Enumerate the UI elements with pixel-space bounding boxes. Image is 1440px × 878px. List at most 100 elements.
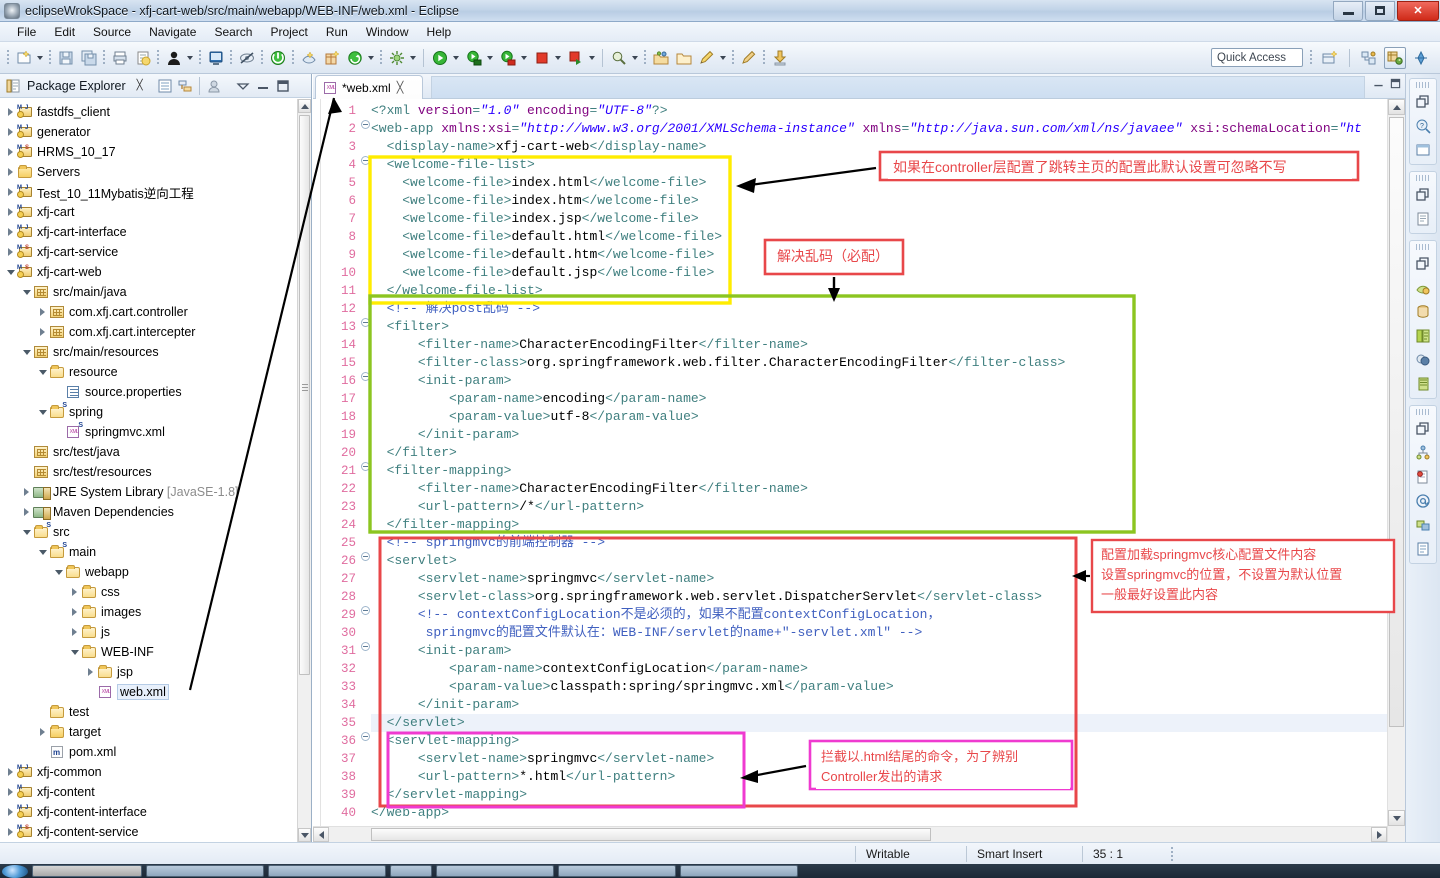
problems-view-icon[interactable] — [1410, 465, 1436, 489]
code-line[interactable]: <param-name>contextConfigLocation</param… — [371, 660, 1387, 678]
menu-item-navigate[interactable]: Navigate — [140, 23, 205, 41]
menu-item-file[interactable]: File — [8, 23, 45, 41]
run-server-icon[interactable] — [298, 47, 319, 68]
code-line[interactable]: <welcome-file>index.html</welcome-file> — [371, 174, 1387, 192]
code-line[interactable]: </servlet> — [371, 714, 1387, 732]
save-icon[interactable] — [55, 47, 76, 68]
editor-tab-close-icon[interactable]: ╳ — [397, 81, 404, 94]
twisty-collapsed-icon[interactable] — [4, 182, 17, 202]
taskbar-item-3[interactable] — [268, 865, 386, 877]
tree-item-pom-xml[interactable]: pom.xml — [0, 742, 297, 762]
twisty-expanded-icon[interactable] — [52, 562, 65, 582]
twisty-collapsed-icon[interactable] — [84, 662, 97, 682]
tree-item-hrms-10-17[interactable]: M S HRMS_10_17 — [0, 142, 297, 162]
fast-view-grip-3[interactable] — [1416, 244, 1430, 250]
coverage-dropdown-icon[interactable] — [519, 47, 528, 68]
restore-icon[interactable] — [1410, 417, 1436, 441]
help-search-icon[interactable]: ? — [1410, 114, 1436, 138]
code-line[interactable]: <url-pattern>/*</url-pattern> — [371, 498, 1387, 516]
menu-item-search[interactable]: Search — [205, 23, 261, 41]
tree-item-xfj-cart[interactable]: Mxfj-cart — [0, 202, 297, 222]
menu-item-edit[interactable]: Edit — [45, 23, 84, 41]
explorer-scroll-down-button[interactable] — [298, 828, 311, 842]
new-java-project-icon[interactable] — [205, 47, 226, 68]
editor-vertical-scrollbar[interactable] — [1387, 99, 1405, 842]
twisty-collapsed-icon[interactable] — [4, 102, 17, 122]
refresh-dropdown-icon[interactable] — [366, 47, 375, 68]
tree-item-images[interactable]: images — [0, 602, 297, 622]
code-line[interactable]: <!-- contextConfigLocation不是必须的，如果不配置con… — [371, 606, 1387, 624]
run-dropdown-icon[interactable] — [451, 47, 460, 68]
editor-minimize-icon[interactable] — [1373, 78, 1384, 89]
quick-access-input[interactable]: Quick Access — [1211, 48, 1303, 67]
twisty-collapsed-icon[interactable] — [4, 762, 17, 782]
console-view-icon[interactable] — [1410, 138, 1436, 162]
code-line[interactable]: <param-name>encoding</param-name> — [371, 390, 1387, 408]
taskbar-item-7[interactable] — [680, 865, 798, 877]
external-tools-dropdown-icon[interactable] — [408, 47, 417, 68]
fold-toggle-icon[interactable] — [359, 315, 371, 333]
explorer-scroll-thumb[interactable] — [299, 115, 310, 675]
twisty-expanded-icon[interactable] — [36, 542, 49, 562]
code-line[interactable]: </welcome-file-list> — [371, 282, 1387, 300]
tree-item-xfj-content-interface[interactable]: M Jxfj-content-interface — [0, 802, 297, 822]
twisty-collapsed-icon[interactable] — [4, 202, 17, 222]
twisty-expanded-icon[interactable] — [20, 282, 33, 302]
twisty-expanded-icon[interactable] — [20, 522, 33, 542]
project-tree[interactable]: M Jfastdfs_client M Jgenerator M S HRMS_10_17 S… — [0, 99, 297, 842]
run-icon[interactable] — [429, 47, 450, 68]
code-line[interactable]: <welcome-file>default.html</welcome-file… — [371, 228, 1387, 246]
at-icon[interactable] — [1410, 489, 1436, 513]
tree-item-css[interactable]: css — [0, 582, 297, 602]
editor-marker-gutter[interactable] — [313, 99, 321, 826]
tree-item-src-main-java[interactable]: src/main/java — [0, 282, 297, 302]
properties-view-icon[interactable] — [1410, 537, 1436, 561]
code-line[interactable]: <url-pattern>*.html</url-pattern> — [371, 768, 1387, 786]
code-line[interactable]: <welcome-file>default.jsp</welcome-file> — [371, 264, 1387, 282]
twisty-collapsed-icon[interactable] — [36, 302, 49, 322]
tree-item-servers[interactable]: Servers — [0, 162, 297, 182]
tree-item-com-xfj-cart-controller[interactable]: com.xfj.cart.controller — [0, 302, 297, 322]
editor-horizontal-scrollbar[interactable] — [313, 826, 1387, 842]
fold-toggle-icon[interactable] — [359, 729, 371, 747]
editor-scroll-down-button[interactable] — [1388, 810, 1405, 826]
twisty-collapsed-icon[interactable] — [68, 622, 81, 642]
open-type-dropdown-icon[interactable] — [185, 47, 194, 68]
terminate-dropdown-icon[interactable] — [553, 47, 562, 68]
tree-item-main[interactable]: Smain — [0, 542, 297, 562]
restore-icon[interactable] — [1410, 252, 1436, 276]
minimize-button[interactable] — [1333, 0, 1363, 21]
tree-item-resource[interactable]: resource — [0, 362, 297, 382]
code-line[interactable]: <servlet> — [371, 552, 1387, 570]
tree-item-src-main-resources[interactable]: src/main/resources — [0, 342, 297, 362]
fold-toggle-icon[interactable] — [359, 153, 371, 171]
code-line[interactable]: <init-param> — [371, 642, 1387, 660]
open-folder-icon[interactable] — [673, 47, 694, 68]
refresh-icon[interactable] — [344, 47, 365, 68]
new-package-icon[interactable] — [321, 47, 342, 68]
fold-toggle-icon[interactable] — [359, 549, 371, 567]
database-icon[interactable] — [1410, 372, 1436, 396]
taskbar-item-5[interactable] — [436, 865, 554, 877]
twisty-expanded-icon[interactable] — [68, 642, 81, 662]
code-line[interactable]: </filter-mapping> — [371, 516, 1387, 534]
coverage-icon[interactable] — [497, 47, 518, 68]
tree-item-maven-dependencies[interactable]: Maven Dependencies — [0, 502, 297, 522]
twisty-collapsed-icon[interactable] — [4, 142, 17, 162]
tree-item-test[interactable]: test — [0, 702, 297, 722]
tree-item-com-xfj-cart-intercepter[interactable]: com.xfj.cart.intercepter — [0, 322, 297, 342]
task-list-icon[interactable] — [1410, 513, 1436, 537]
toggle-mark-occurrences-icon[interactable] — [236, 47, 257, 68]
fast-view-grip-2[interactable] — [1416, 175, 1430, 181]
tree-item-generator[interactable]: M Jgenerator — [0, 122, 297, 142]
code-line[interactable]: </init-param> — [371, 426, 1387, 444]
editor-maximize-icon[interactable] — [1390, 78, 1401, 89]
editor-tab-webxml[interactable]: *web.xml ╳ — [315, 75, 423, 99]
tree-item-src-test-resources[interactable]: src/test/resources — [0, 462, 297, 482]
taskbar-item-1[interactable] — [32, 865, 142, 877]
editor-vscroll-thumb[interactable] — [1389, 117, 1404, 727]
explorer-scrollbar[interactable] — [297, 99, 311, 842]
restore-icon[interactable] — [1410, 183, 1436, 207]
debug-dropdown-icon[interactable] — [485, 47, 494, 68]
outline-view-icon[interactable] — [1410, 207, 1436, 231]
